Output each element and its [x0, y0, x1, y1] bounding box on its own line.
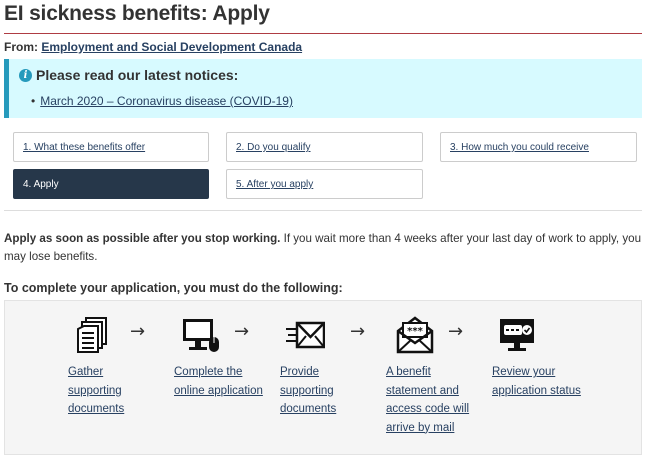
from-line: From: Employment and Social Development … [4, 40, 302, 54]
intro-paragraph: Apply as soon as possible after you stop… [4, 230, 642, 266]
arrow-icon: → [130, 321, 146, 342]
letter-code-icon: *** [396, 316, 434, 354]
step-3[interactable]: 3. How much you could receive [440, 132, 637, 162]
intro-bold: Apply as soon as possible after you stop… [4, 232, 281, 245]
send-email-icon [286, 321, 325, 349]
step-5-link[interactable]: 5. After you apply [236, 179, 313, 190]
step-3-link[interactable]: 3. How much you could receive [450, 142, 589, 153]
step-2-link[interactable]: 2. Do you qualify [236, 142, 311, 153]
step-5[interactable]: 5. After you apply [226, 169, 423, 199]
process-step-complete[interactable]: Complete the online application [174, 363, 264, 400]
notice-box: i Please read our latest notices: • March… [4, 59, 642, 118]
from-label: From: [4, 40, 38, 54]
section-divider [4, 210, 642, 211]
computer-icon [183, 319, 219, 352]
process-panel: → → → *** → Gather supporting documents … [4, 300, 642, 455]
process-step-provide[interactable]: Provide supporting documents [280, 363, 370, 419]
step-1[interactable]: 1. What these benefits offer [13, 132, 209, 162]
notice-link-covid[interactable]: March 2020 – Coronavirus disease (COVID-… [40, 94, 293, 108]
svg-text:***: *** [407, 326, 423, 337]
arrow-icon: → [234, 321, 250, 342]
monitor-status-icon [500, 319, 534, 351]
page-title: EI sickness benefits: Apply [4, 2, 270, 25]
notice-heading: Please read our latest notices: [36, 67, 239, 83]
step-2[interactable]: 2. Do you qualify [226, 132, 423, 162]
step-4-current: 4. Apply [13, 169, 209, 199]
process-step-gather[interactable]: Gather supporting documents [68, 363, 158, 419]
process-heading: To complete your application, you must d… [4, 281, 343, 295]
step-4-label: 4. Apply [23, 179, 59, 190]
process-step-review[interactable]: Review your application status [492, 363, 582, 400]
notice-list: • March 2020 – Coronavirus disease (COVID… [31, 94, 293, 108]
info-icon: i [19, 69, 32, 82]
documents-icon [77, 317, 107, 353]
arrow-icon: → [448, 321, 464, 342]
step-1-link[interactable]: 1. What these benefits offer [23, 142, 145, 153]
process-step-benefit-statement[interactable]: A benefit statement and access code will… [386, 363, 476, 437]
from-org-link[interactable]: Employment and Social Development Canada [41, 40, 302, 54]
bullet: • [31, 94, 36, 108]
arrow-icon: → [350, 321, 366, 342]
title-underline [4, 33, 642, 34]
